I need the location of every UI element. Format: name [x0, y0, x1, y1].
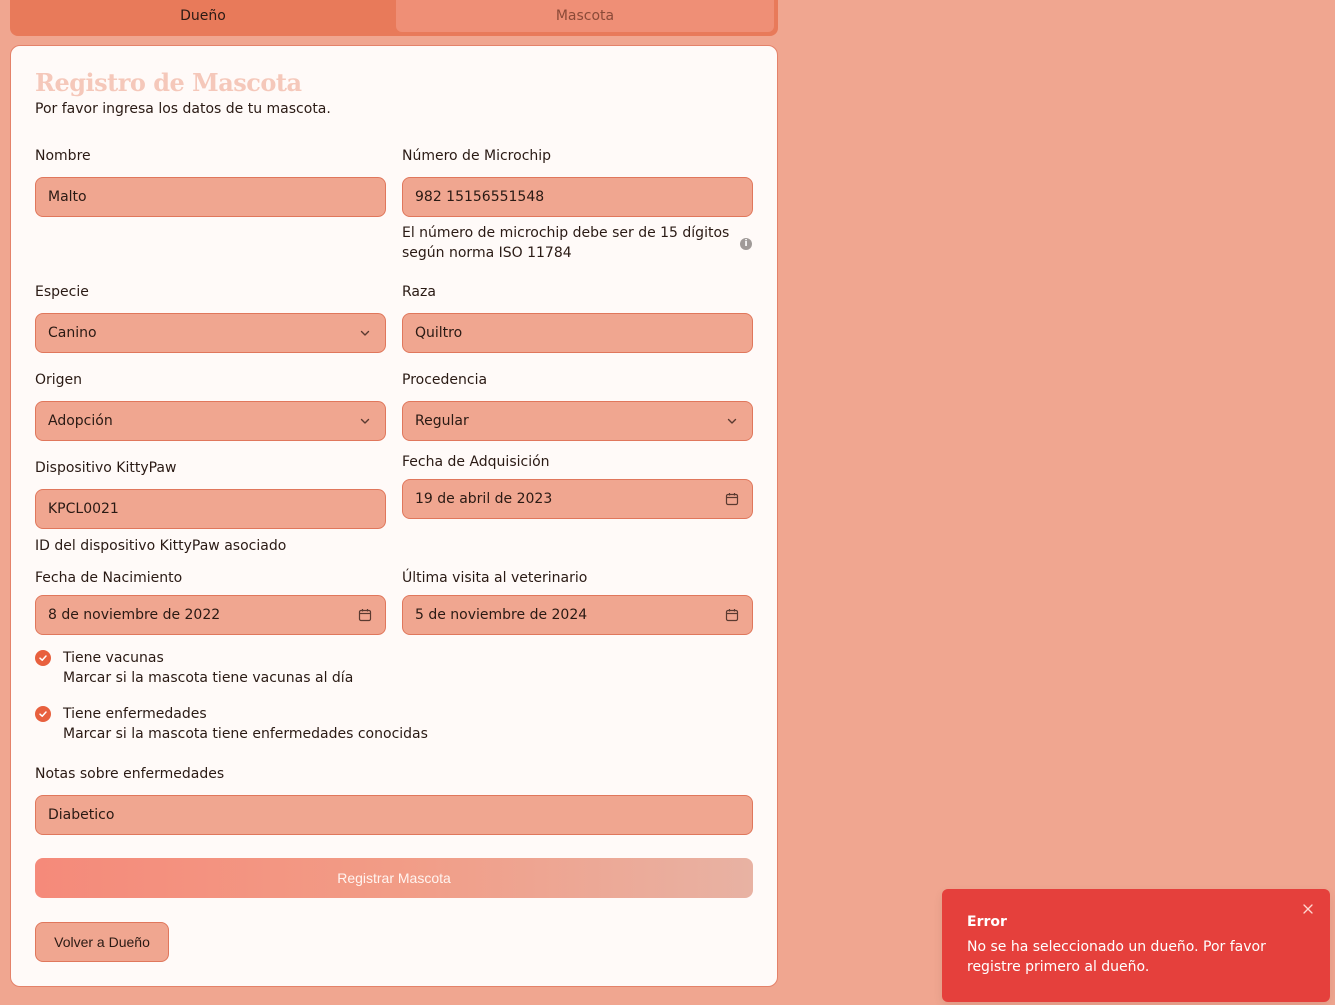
diseases-text: Tiene enfermedades Marcar si la mascota … [63, 704, 428, 744]
close-icon[interactable] [1300, 901, 1316, 917]
last-vet-visit-value: 5 de noviembre de 2024 [415, 607, 588, 623]
species-value: Canino [48, 325, 97, 341]
calendar-icon[interactable] [357, 607, 373, 623]
acquisition-date-value: 19 de abril de 2023 [415, 491, 553, 507]
diseases-label: Tiene enfermedades [63, 706, 207, 722]
microchip-help-line2: según norma ISO 11784 [402, 245, 572, 261]
calendar-icon[interactable] [724, 491, 740, 507]
acquisition-date-label: Fecha de Adquisición [402, 454, 550, 470]
check-icon [39, 711, 47, 717]
page: Dueño Mascota Registro de Mascota Por fa… [0, 0, 1335, 1005]
device-help: ID del dispositivo KittyPaw asociado [35, 538, 287, 554]
disease-notes-input[interactable]: Diabetico [35, 795, 753, 835]
diseases-checkbox[interactable] [35, 706, 51, 722]
name-label: Nombre [35, 148, 91, 164]
microchip-help-line1: El número de microchip debe ser de 15 dí… [402, 225, 730, 241]
provenance-select[interactable]: Regular [402, 401, 753, 441]
acquisition-date-input[interactable]: 19 de abril de 2023 [402, 479, 753, 519]
species-select[interactable]: Canino [35, 313, 386, 353]
last-vet-visit-label: Última visita al veterinario [402, 570, 588, 586]
microchip-input[interactable]: 982 15156551548 [402, 177, 753, 217]
device-input[interactable]: KPCL0021 [35, 489, 386, 529]
device-label: Dispositivo KittyPaw [35, 460, 177, 476]
last-vet-visit-input[interactable]: 5 de noviembre de 2024 [402, 595, 753, 635]
origin-label: Origen [35, 372, 83, 388]
vaccines-text: Tiene vacunas Marcar si la mascota tiene… [63, 648, 353, 688]
provenance-value: Regular [415, 413, 469, 429]
back-to-owner-button[interactable]: Volver a Dueño [35, 922, 169, 962]
chevron-down-icon [357, 413, 373, 429]
error-toast: Error No se ha seleccionado un dueño. Po… [942, 889, 1330, 1002]
origin-select[interactable]: Adopción [35, 401, 386, 441]
check-icon [39, 655, 47, 661]
microchip-label: Número de Microchip [402, 148, 552, 164]
page-subtitle: Por favor ingresa los datos de tu mascot… [35, 101, 331, 117]
breed-label: Raza [402, 284, 436, 300]
disease-notes-label: Notas sobre enfermedades [35, 766, 225, 782]
disease-notes-value: Diabetico [48, 807, 115, 823]
calendar-icon[interactable] [724, 607, 740, 623]
chevron-down-icon [724, 413, 740, 429]
origin-value: Adopción [48, 413, 113, 429]
microchip-help: El número de microchip debe ser de 15 dí… [402, 223, 732, 263]
toast-message: No se ha seleccionado un dueño. Por favo… [967, 939, 1266, 975]
birth-date-value: 8 de noviembre de 2022 [48, 607, 221, 623]
diseases-description: Marcar si la mascota tiene enfermedades … [63, 726, 428, 742]
birth-date-input[interactable]: 8 de noviembre de 2022 [35, 595, 386, 635]
vaccines-checkbox[interactable] [35, 650, 51, 666]
tab-owner[interactable]: Dueño [14, 0, 392, 32]
species-label: Especie [35, 284, 89, 300]
provenance-label: Procedencia [402, 372, 488, 388]
pet-registration-card: Registro de Mascota Por favor ingresa lo… [10, 45, 778, 987]
info-icon[interactable]: i [740, 238, 752, 250]
breed-input[interactable]: Quiltro [402, 313, 753, 353]
chevron-down-icon [357, 325, 373, 341]
birth-date-label: Fecha de Nacimiento [35, 570, 183, 586]
breed-value: Quiltro [415, 325, 463, 341]
vaccines-label: Tiene vacunas [63, 650, 164, 666]
toast-title: Error [967, 914, 1007, 930]
page-title: Registro de Mascota [35, 68, 302, 97]
name-value: Malto [48, 189, 87, 205]
tab-pet[interactable]: Mascota [396, 0, 774, 32]
device-value: KPCL0021 [48, 501, 119, 517]
microchip-value: 982 15156551548 [415, 189, 545, 205]
vaccines-checkbox-row: Tiene vacunas Marcar si la mascota tiene… [35, 648, 353, 688]
name-input[interactable]: Malto [35, 177, 386, 217]
tab-bar: Dueño Mascota [10, 0, 778, 36]
register-pet-button[interactable]: Registrar Mascota [35, 858, 753, 898]
vaccines-description: Marcar si la mascota tiene vacunas al dí… [63, 670, 354, 686]
diseases-checkbox-row: Tiene enfermedades Marcar si la mascota … [35, 704, 428, 744]
